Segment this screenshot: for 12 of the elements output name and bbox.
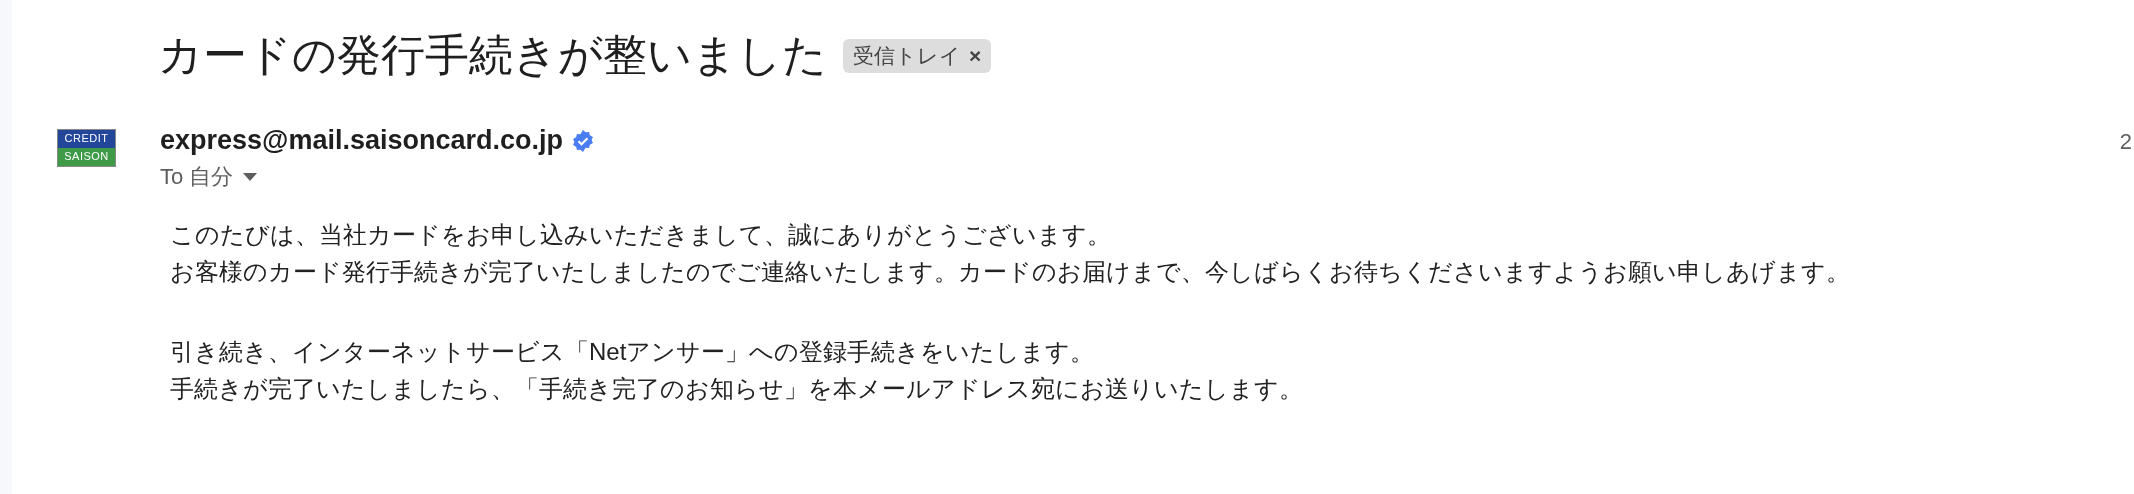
dropdown-caret-icon[interactable] — [243, 173, 258, 181]
remove-label-button[interactable]: × — [969, 43, 982, 68]
sender-logo: CREDIT SAISON — [57, 129, 116, 167]
email-subject: カードの発行手続きが整いました — [158, 30, 827, 81]
email-date: 2 — [2119, 129, 2132, 156]
body-text: 手続きが完了いたしましたら、「手続き完了のお知らせ」を本メールアドレス宛にお送りいたします。 — [170, 374, 1304, 404]
body-text: お客様のカード発行手続きが完了いたしましたのでご連絡いたします。カードのお届けまで、今しばらくお待ちくださいますようお願い申しあげます。 — [170, 257, 1851, 287]
sender-address: express@mail.saisoncard.co.jp — [160, 125, 563, 156]
recipient-text: To 自分 — [160, 163, 234, 191]
inbox-label: 受信トレイ × — [843, 38, 992, 73]
body-text: 引き続き、インターネットサービス「Netアンサー」への登録手続きをいたします。 — [170, 337, 1096, 367]
body-text: このたびは、当社カードをお申し込みいただきまして、誠にありがとうございます。 — [170, 220, 1112, 250]
